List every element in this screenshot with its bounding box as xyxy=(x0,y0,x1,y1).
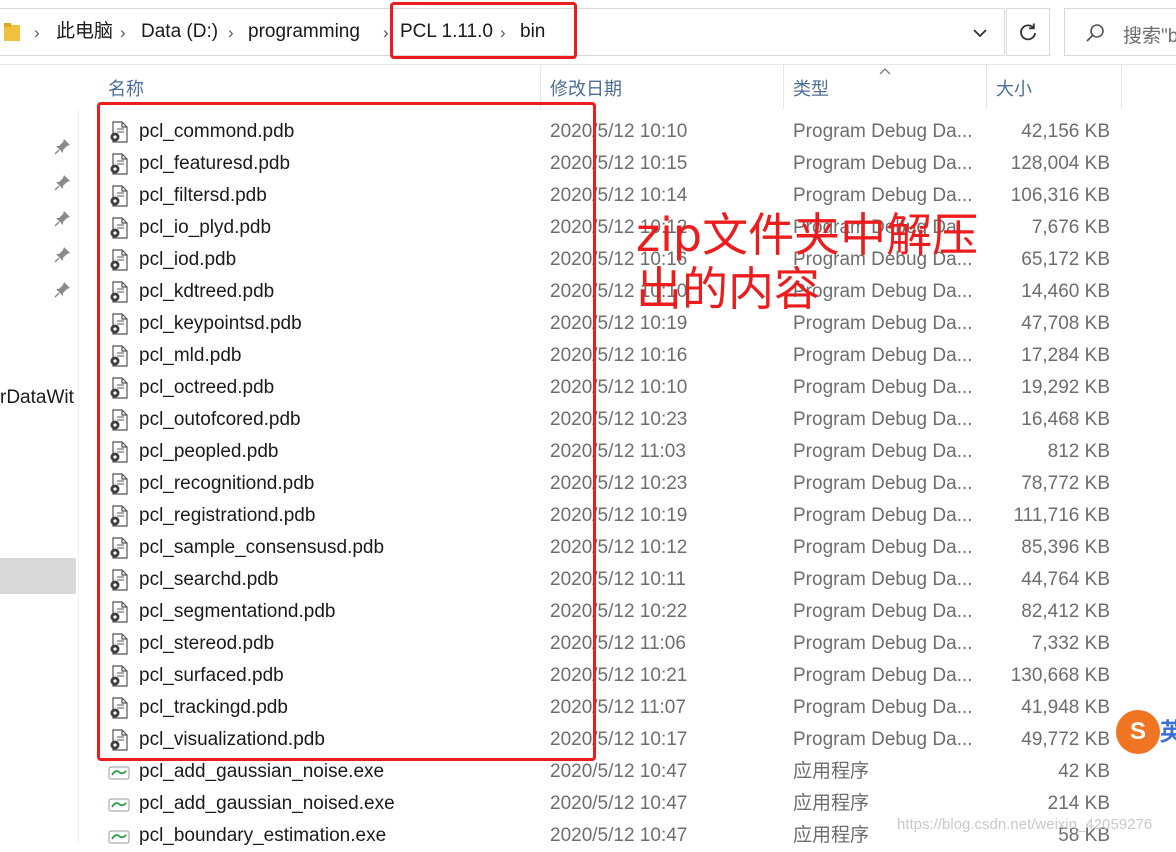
file-date: 2020/5/12 10:47 xyxy=(550,793,688,814)
chevron-right-icon[interactable]: › xyxy=(228,22,234,44)
file-type: Program Debug Da... xyxy=(793,665,973,686)
file-size: 85,396 KB xyxy=(1021,537,1110,558)
file-size: 82,412 KB xyxy=(1021,601,1110,622)
file-size: 128,004 KB xyxy=(1010,153,1110,174)
file-size: 19,292 KB xyxy=(1021,377,1110,398)
column-header-name[interactable]: 名称 xyxy=(108,75,144,101)
file-size: 214 KB xyxy=(1047,793,1110,814)
file-type: Program Debug Da... xyxy=(793,153,973,174)
file-type: Program Debug Da... xyxy=(793,601,973,622)
file-type: Program Debug Da... xyxy=(793,473,973,494)
breadcrumb-item-this-pc[interactable]: 此电脑 xyxy=(56,20,113,44)
pin-icon[interactable] xyxy=(54,280,72,298)
file-type: Program Debug Da... xyxy=(793,697,973,718)
file-type: Program Debug Da... xyxy=(793,537,973,558)
file-size: 49,772 KB xyxy=(1021,729,1110,750)
ime-logo-icon: S xyxy=(1129,718,1146,745)
file-type: Program Debug Da... xyxy=(793,569,973,590)
pin-icon[interactable] xyxy=(54,173,72,191)
file-type: 应用程序 xyxy=(793,793,870,814)
file-type: Program Debug Da... xyxy=(793,121,973,142)
nav-item-partial[interactable]: rDataWit xyxy=(0,386,78,410)
file-size: 41,948 KB xyxy=(1021,697,1110,718)
exe-icon xyxy=(108,793,130,815)
column-header-type[interactable]: 类型 xyxy=(793,75,829,101)
file-type: Program Debug Da... xyxy=(793,409,973,430)
chevron-right-icon[interactable]: › xyxy=(383,22,389,44)
search-input[interactable]: 搜索"bi xyxy=(1064,8,1176,56)
file-type: Program Debug Da... xyxy=(793,185,973,206)
file-type: 应用程序 xyxy=(793,761,870,782)
sort-ascending-icon xyxy=(879,68,891,75)
pin-icon[interactable] xyxy=(54,137,72,155)
column-header-size[interactable]: 大小 xyxy=(996,75,1032,101)
file-size: 42 KB xyxy=(1058,761,1110,782)
file-size: 42,156 KB xyxy=(1021,121,1110,142)
file-size: 44,764 KB xyxy=(1021,569,1110,590)
chevron-right-icon[interactable]: › xyxy=(34,22,40,44)
file-type: Program Debug Da... xyxy=(793,505,973,526)
highlight-breadcrumb-box xyxy=(390,2,577,59)
annotation-text: zip文件夹中解压出的内容 xyxy=(636,208,979,316)
file-type: Program Debug Da... xyxy=(793,633,973,654)
chevron-down-icon xyxy=(973,29,987,38)
file-size: 106,316 KB xyxy=(1010,185,1110,206)
search-icon xyxy=(1086,24,1104,42)
column-divider[interactable] xyxy=(986,65,987,109)
file-size: 130,668 KB xyxy=(1010,665,1110,686)
file-type: Program Debug Da... xyxy=(793,729,973,750)
highlight-pdb-files-box xyxy=(97,102,596,761)
pin-icon[interactable] xyxy=(54,209,72,227)
file-name: pcl_boundary_estimation.exe xyxy=(139,825,387,846)
exe-icon xyxy=(108,761,130,783)
breadcrumb-item-data-drive[interactable]: Data (D:) xyxy=(141,20,218,44)
ime-language-label[interactable]: 英 xyxy=(1160,712,1176,752)
breadcrumb-item-programming[interactable]: programming xyxy=(248,20,360,44)
nav-item-selected[interactable] xyxy=(0,558,76,594)
file-date: 2020/5/12 10:47 xyxy=(550,761,688,782)
address-history-dropdown[interactable] xyxy=(965,20,995,46)
search-placeholder: 搜索"bi xyxy=(1123,26,1176,47)
file-size: 812 KB xyxy=(1047,441,1110,462)
chevron-right-icon[interactable]: › xyxy=(120,22,126,44)
pin-icon[interactable] xyxy=(54,245,72,263)
navigation-pane xyxy=(0,65,79,844)
folder-icon xyxy=(4,23,20,41)
file-name: pcl_add_gaussian_noised.exe xyxy=(139,793,395,814)
file-type: Program Debug Da... xyxy=(793,441,973,462)
refresh-button[interactable] xyxy=(1006,8,1050,56)
column-divider[interactable] xyxy=(1121,65,1122,109)
file-type: Program Debug Da... xyxy=(793,345,973,366)
file-size: 7,332 KB xyxy=(1031,633,1110,654)
watermark: https://blog.csdn.net/weixin_42059276 xyxy=(897,816,1153,833)
ime-indicator[interactable]: S xyxy=(1116,710,1160,754)
column-header-date[interactable]: 修改日期 xyxy=(550,75,622,101)
file-name: pcl_add_gaussian_noise.exe xyxy=(139,761,385,782)
file-date: 2020/5/12 10:47 xyxy=(550,825,688,846)
file-size: 16,468 KB xyxy=(1021,409,1110,430)
refresh-icon xyxy=(1020,23,1036,41)
file-size: 111,716 KB xyxy=(1013,505,1110,526)
file-type: Program Debug Da... xyxy=(793,377,973,398)
column-divider[interactable] xyxy=(783,65,784,109)
file-size: 17,284 KB xyxy=(1021,345,1110,366)
file-size: 78,772 KB xyxy=(1021,473,1110,494)
address-bar: › 此电脑 › Data (D:) › programming › PCL 1.… xyxy=(0,0,1176,65)
